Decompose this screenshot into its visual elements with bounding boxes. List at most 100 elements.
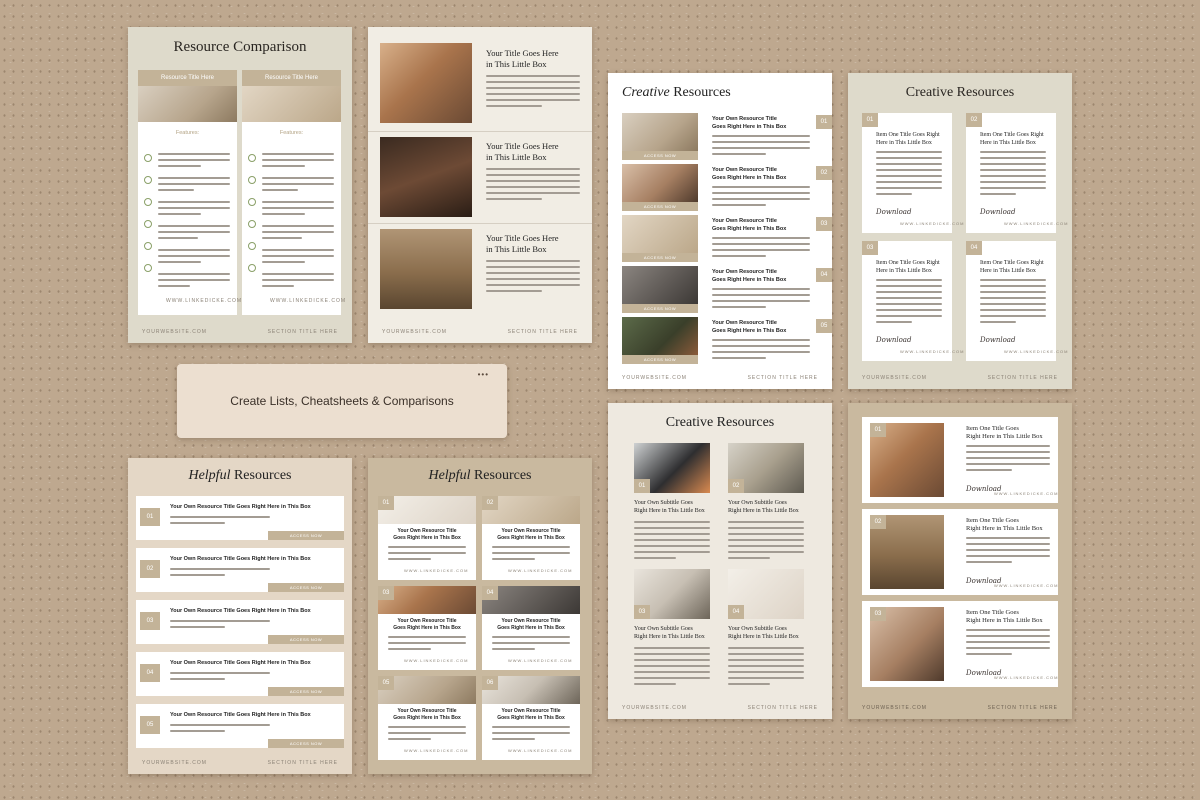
title-rest: Resources xyxy=(473,468,532,483)
signature: Download xyxy=(980,336,1016,344)
title-line: Item One Title Goes xyxy=(966,517,1019,524)
features-label: Features: xyxy=(279,130,304,136)
resource-title: Your Own Resource Title Goes Right Here i… xyxy=(482,528,580,542)
title-line: Item One Title Goes Right xyxy=(876,132,940,138)
resource-title: Your Own Resource Title Goes Right Here i… xyxy=(378,528,476,542)
signature: Download xyxy=(876,208,912,216)
item-number: 03 xyxy=(634,605,650,619)
footer-section: SECTION TITLE HERE xyxy=(987,705,1058,711)
page-title: Creative Resources xyxy=(905,85,1015,100)
resource-row: 01 Your Own Resource Title Goes Right He… xyxy=(136,496,344,540)
access-now-button[interactable]: ACCESS NOW xyxy=(622,253,698,262)
resource-card: 03 Your Own Resource Title Goes Right Her… xyxy=(378,586,476,670)
box-heading: Your Title Goes Here in This Little Box xyxy=(486,233,559,255)
title-line: Here in This Little Box xyxy=(876,140,932,146)
resource-card: 04 Your Own Resource Title Goes Right Her… xyxy=(482,586,580,670)
subtitle: Your Own Subtitle Goes Right Here in This… xyxy=(728,499,799,515)
item-title: Item One Title Goes Right Here in This Li… xyxy=(980,131,1044,147)
page-title-boxes: Your Title Goes Here in This Little Box Y… xyxy=(368,27,592,343)
item-number: 05 xyxy=(140,716,160,734)
title-line: Goes Right Here in This Box xyxy=(497,535,565,541)
item-number: 01 xyxy=(140,508,160,526)
access-now-button[interactable]: ACCESS NOW xyxy=(268,583,344,592)
item-number: 02 xyxy=(728,479,744,493)
item-row: 02 Item One Title Goes Right Here in This… xyxy=(862,509,1058,595)
check-icon xyxy=(144,154,152,162)
website-link: WWW.LINKEDICKE.COM xyxy=(994,491,1059,496)
item-title: Item One Title Goes Right Here in This Li… xyxy=(876,259,940,275)
more-dots-icon: ••• xyxy=(477,370,489,379)
access-now-button[interactable]: ACCESS NOW xyxy=(622,202,698,211)
portrait-photo xyxy=(380,229,472,309)
resource-row: ACCESS NOW Your Own Resource Title Goes R… xyxy=(608,215,832,263)
resource-row: 03 Your Own Resource Title Goes Right He… xyxy=(136,600,344,644)
item-number: 02 xyxy=(816,166,832,180)
subtitle-line: Right Here in This Little Box xyxy=(634,634,705,640)
item-title: Item One Title Goes Right Here in This Li… xyxy=(876,131,940,147)
website-link: WWW.LINKEDICKE.COM xyxy=(900,349,965,354)
access-now-button[interactable]: ACCESS NOW xyxy=(268,687,344,696)
item-row: 03 Item One Title Goes Right Here in This… xyxy=(862,601,1058,687)
title-italic: Helpful xyxy=(428,468,471,483)
page-title: Creative Resources xyxy=(622,85,731,101)
title-rest: Resources xyxy=(673,85,731,100)
heading-line: in This Little Box xyxy=(486,59,547,69)
comparison-column: Resource Title Here Features: WWW.LINKED… xyxy=(138,70,241,315)
item-number: 04 xyxy=(966,241,982,255)
website-link: WWW.LINKEDICKE.COM xyxy=(1004,349,1069,354)
title-italic: Helpful xyxy=(188,468,231,483)
item-title: Item One Title Goes Right Here in This Li… xyxy=(966,609,1043,625)
title-line: Goes Right Here in This Box xyxy=(497,715,565,721)
item-number: 04 xyxy=(482,586,498,600)
resource-row: ACCESS NOW Your Own Resource Title Goes R… xyxy=(608,266,832,314)
resource-row: 02 Your Own Resource Title Goes Right He… xyxy=(136,548,344,592)
column-header: Resource Title Here xyxy=(138,70,237,86)
resource-title: Your Own Resource Title Goes Right Here … xyxy=(170,608,311,614)
item-number: 04 xyxy=(816,268,832,282)
resource-title: Your Own Resource Title Goes Right Here … xyxy=(170,556,311,562)
resource-image xyxy=(622,266,698,304)
access-now-button[interactable]: ACCESS NOW xyxy=(268,739,344,748)
page-creative-resources-list: Creative Resources ACCESS NOW Your Own R… xyxy=(608,73,832,389)
item-number: 02 xyxy=(482,496,498,510)
item-number: 05 xyxy=(378,676,394,690)
access-now-button[interactable]: ACCESS NOW xyxy=(622,304,698,313)
title-line: Goes Right Here in This Box xyxy=(712,226,787,232)
signature: Download xyxy=(980,208,1016,216)
resource-card: 06 Your Own Resource Title Goes Right Her… xyxy=(482,676,580,760)
resource-title: Your Own Resource Title Goes Right Here i… xyxy=(712,217,786,233)
item-number: 03 xyxy=(140,612,160,630)
access-now-button[interactable]: ACCESS NOW xyxy=(622,151,698,160)
resource-title: Your Own Resource Title Goes Right Here i… xyxy=(712,268,786,284)
access-now-button[interactable]: ACCESS NOW xyxy=(622,355,698,364)
footer-section: SECTION TITLE HERE xyxy=(987,375,1058,381)
comparison-column: Resource Title Here Features: WWW.LINKED… xyxy=(242,70,345,315)
access-now-button[interactable]: ACCESS NOW xyxy=(268,635,344,644)
resource-title: Your Own Resource Title Goes Right Here i… xyxy=(482,708,580,722)
resource-card: 02 Item One Title Goes Right Here in This… xyxy=(966,113,1067,233)
title-line: Item One Title Goes Right xyxy=(876,260,940,266)
access-now-button[interactable]: ACCESS NOW xyxy=(268,531,344,540)
resource-row: ACCESS NOW Your Own Resource Title Goes R… xyxy=(608,113,832,161)
check-icon xyxy=(248,264,256,272)
subtitle-line: Your Own Subtitle Goes xyxy=(728,500,787,506)
website-link: WWW.LINKEDICKE.COM xyxy=(900,221,965,226)
check-icon xyxy=(248,154,256,162)
title-line: Goes Right Here in This Box xyxy=(712,124,787,130)
heading-line: in This Little Box xyxy=(486,152,547,162)
item-number: 04 xyxy=(140,664,160,682)
resource-row: ACCESS NOW Your Own Resource Title Goes R… xyxy=(608,164,832,212)
title-line: Goes Right Here in This Box xyxy=(712,328,787,334)
subtitle-line: Right Here in This Little Box xyxy=(728,508,799,514)
resource-title: Your Own Resource Title Goes Right Here … xyxy=(170,660,311,666)
title-line: Your Own Resource Title xyxy=(712,218,777,224)
footer-website: YOURWEBSITE.COM xyxy=(142,329,207,335)
resource-card: 02 Your Own Subtitle Goes Right Here in T… xyxy=(728,443,808,563)
footer-website: YOURWEBSITE.COM xyxy=(862,375,927,381)
website-link: WWW.LINKEDICKE.COM xyxy=(404,568,469,573)
title-line: Goes Right Here in This Box xyxy=(393,625,461,631)
item-number: 03 xyxy=(378,586,394,600)
title-line: Right Here in This Little Box xyxy=(966,525,1043,532)
subtitle-line: Right Here in This Little Box xyxy=(728,634,799,640)
resource-image xyxy=(622,164,698,202)
